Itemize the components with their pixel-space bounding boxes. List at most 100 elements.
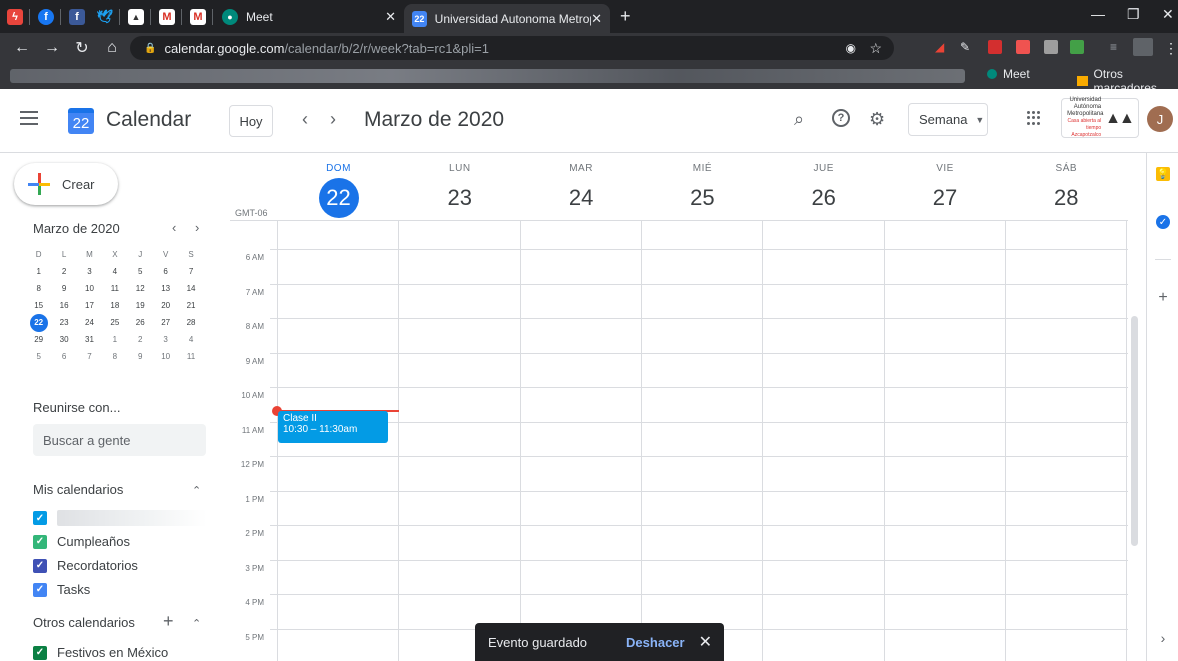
mini-calendar-day[interactable]: 8 xyxy=(102,352,127,361)
mini-calendar-day[interactable]: 16 xyxy=(51,301,76,310)
today-button[interactable]: Hoy xyxy=(229,105,273,137)
mini-calendar-day[interactable]: 9 xyxy=(128,352,153,361)
close-window-icon[interactable]: ✕ xyxy=(1162,6,1174,23)
check-extension-icon[interactable] xyxy=(1070,40,1084,54)
restore-icon[interactable]: ❐ xyxy=(1127,6,1140,23)
reading-list-icon[interactable]: ≡ xyxy=(1110,40,1124,54)
mini-calendar-day[interactable]: 22 xyxy=(26,313,51,332)
tab-meet[interactable]: ● Meet ✕ xyxy=(214,4,404,30)
checkbox-icon[interactable]: ✓ xyxy=(33,534,47,549)
mini-calendar-day[interactable]: 18 xyxy=(102,301,127,310)
day-number[interactable]: 23 xyxy=(440,178,480,218)
checkbox-icon[interactable]: ✓ xyxy=(33,582,47,597)
collapse-icon[interactable]: ⌃ xyxy=(192,484,201,497)
close-tab-icon[interactable]: ✕ xyxy=(591,11,602,27)
mini-calendar-day[interactable]: 15 xyxy=(26,301,51,310)
checkbox-icon[interactable]: ✓ xyxy=(33,645,47,660)
new-tab-button[interactable]: + xyxy=(620,6,631,27)
mini-calendar-day[interactable]: 7 xyxy=(77,352,102,361)
calendar-logo-icon[interactable]: 22 xyxy=(68,108,94,134)
mini-calendar-day[interactable]: 30 xyxy=(51,335,76,344)
tab-calendar[interactable]: 22 Universidad Autonoma Metropol ✕ xyxy=(404,4,610,33)
pinned-tab-facebook-2[interactable]: f xyxy=(64,4,90,30)
calendar-item-personal[interactable]: ✓ xyxy=(33,510,207,526)
day-number[interactable]: 28 xyxy=(1046,178,1086,218)
calendar-item-holidays[interactable]: ✓ Festivos en México xyxy=(33,645,168,660)
app-title[interactable]: Calendar xyxy=(106,108,191,132)
day-header[interactable]: LUN 23 xyxy=(399,153,520,218)
main-menu-icon[interactable] xyxy=(20,111,38,125)
day-header[interactable]: DOM 22 xyxy=(278,153,399,218)
day-number[interactable]: 27 xyxy=(925,178,965,218)
add-calendar-icon[interactable]: + xyxy=(163,611,174,632)
other-calendars-title[interactable]: Otros calendarios xyxy=(33,615,135,630)
next-week-icon[interactable]: › xyxy=(330,109,336,130)
minimize-icon[interactable]: — xyxy=(1091,6,1105,22)
mini-calendar-day[interactable]: 3 xyxy=(153,335,178,344)
star-icon[interactable]: ☆ xyxy=(869,40,882,57)
avatar[interactable]: J xyxy=(1147,106,1173,132)
mini-calendar-day[interactable]: 9 xyxy=(51,284,76,293)
keep-icon[interactable]: 💡 xyxy=(1156,167,1170,181)
week-grid[interactable]: 6 AM 7 AM 8 AM 9 AM 10 AM 11 AM 12 PM 1 PM 2 PM 3… xyxy=(230,220,1128,661)
forward-icon[interactable]: → xyxy=(40,39,64,57)
grid-scrollbar[interactable] xyxy=(1131,316,1138,546)
day-number[interactable]: 25 xyxy=(682,178,722,218)
view-select[interactable]: Semana ▼ xyxy=(908,103,988,136)
day-header[interactable]: SÁB 28 xyxy=(1006,153,1127,218)
menu-kebab-icon[interactable]: ⋮ xyxy=(1164,40,1178,56)
day-header[interactable]: MIÉ 25 xyxy=(642,153,763,218)
home-icon[interactable]: ⌂ xyxy=(100,39,124,57)
mini-calendar-day[interactable]: 7 xyxy=(178,267,203,276)
mini-calendar-day[interactable]: 28 xyxy=(178,318,203,327)
undo-button[interactable]: Deshacer xyxy=(626,635,685,650)
camera-extension-icon[interactable] xyxy=(1044,40,1058,54)
calendar-item-reminders[interactable]: ✓ Recordatorios xyxy=(33,558,138,573)
mini-calendar-day[interactable]: 3 xyxy=(77,267,102,276)
mini-calendar-day[interactable]: 10 xyxy=(153,352,178,361)
day-number[interactable]: 22 xyxy=(318,178,359,218)
expand-panel-icon[interactable]: › xyxy=(1156,630,1170,646)
mini-calendar-day[interactable]: 20 xyxy=(153,301,178,310)
mini-calendar-day[interactable]: 6 xyxy=(51,352,76,361)
get-addons-plus-icon[interactable]: + xyxy=(1156,289,1170,306)
create-button[interactable]: Crear xyxy=(14,163,118,205)
close-icon[interactable]: ✕ xyxy=(699,632,712,652)
mini-calendar-day[interactable]: 12 xyxy=(128,284,153,293)
mini-calendar-day[interactable]: 2 xyxy=(128,335,153,344)
checkbox-icon[interactable]: ✓ xyxy=(33,558,47,573)
mini-calendar-day[interactable]: 5 xyxy=(128,267,153,276)
mini-calendar-day[interactable]: 1 xyxy=(26,267,51,276)
back-icon[interactable]: ← xyxy=(10,39,34,57)
search-icon[interactable]: ⌕ xyxy=(794,109,804,130)
mini-calendar-day[interactable]: 4 xyxy=(102,267,127,276)
reload-icon[interactable]: ↻ xyxy=(70,38,94,58)
mini-calendar-day[interactable]: 10 xyxy=(77,284,102,293)
day-header[interactable]: VIE 27 xyxy=(885,153,1006,218)
search-people-input[interactable]: Buscar a gente xyxy=(33,424,206,456)
pinned-tab-1[interactable]: ϟ xyxy=(2,4,28,30)
mini-calendar-day[interactable]: 27 xyxy=(153,318,178,327)
mini-calendar-day[interactable]: 26 xyxy=(128,318,153,327)
mini-calendar-day[interactable]: 19 xyxy=(128,301,153,310)
apps-grid-icon[interactable] xyxy=(1027,111,1041,125)
profile-icon[interactable] xyxy=(1133,38,1153,56)
previous-week-icon[interactable]: ‹ xyxy=(302,109,308,130)
day-header[interactable]: MAR 24 xyxy=(521,153,642,218)
pinned-tab-gmail-1[interactable]: M xyxy=(154,4,180,30)
uam-logo[interactable]: Universidad Autónoma Metropolitana Casa … xyxy=(1061,97,1139,138)
mini-calendar-day[interactable]: 17 xyxy=(77,301,102,310)
mini-calendar-day[interactable]: 11 xyxy=(102,284,127,293)
my-calendars-title[interactable]: Mis calendarios xyxy=(33,482,123,497)
pdf-extension-icon[interactable] xyxy=(988,40,1002,54)
mini-calendar-day[interactable]: 5 xyxy=(26,352,51,361)
calendar-item-birthdays[interactable]: ✓ Cumpleaños xyxy=(33,534,130,549)
pinned-tab-photos[interactable]: ▲ xyxy=(123,4,149,30)
mini-calendar-day[interactable]: 6 xyxy=(153,267,178,276)
close-tab-icon[interactable]: ✕ xyxy=(385,9,396,25)
mini-next-month-icon[interactable]: › xyxy=(195,220,199,235)
mini-calendar-day[interactable]: 31 xyxy=(77,335,102,344)
mini-calendar-day[interactable]: 14 xyxy=(178,284,203,293)
mini-calendar-day[interactable]: 11 xyxy=(178,352,203,361)
mini-calendar-day[interactable]: 29 xyxy=(26,335,51,344)
